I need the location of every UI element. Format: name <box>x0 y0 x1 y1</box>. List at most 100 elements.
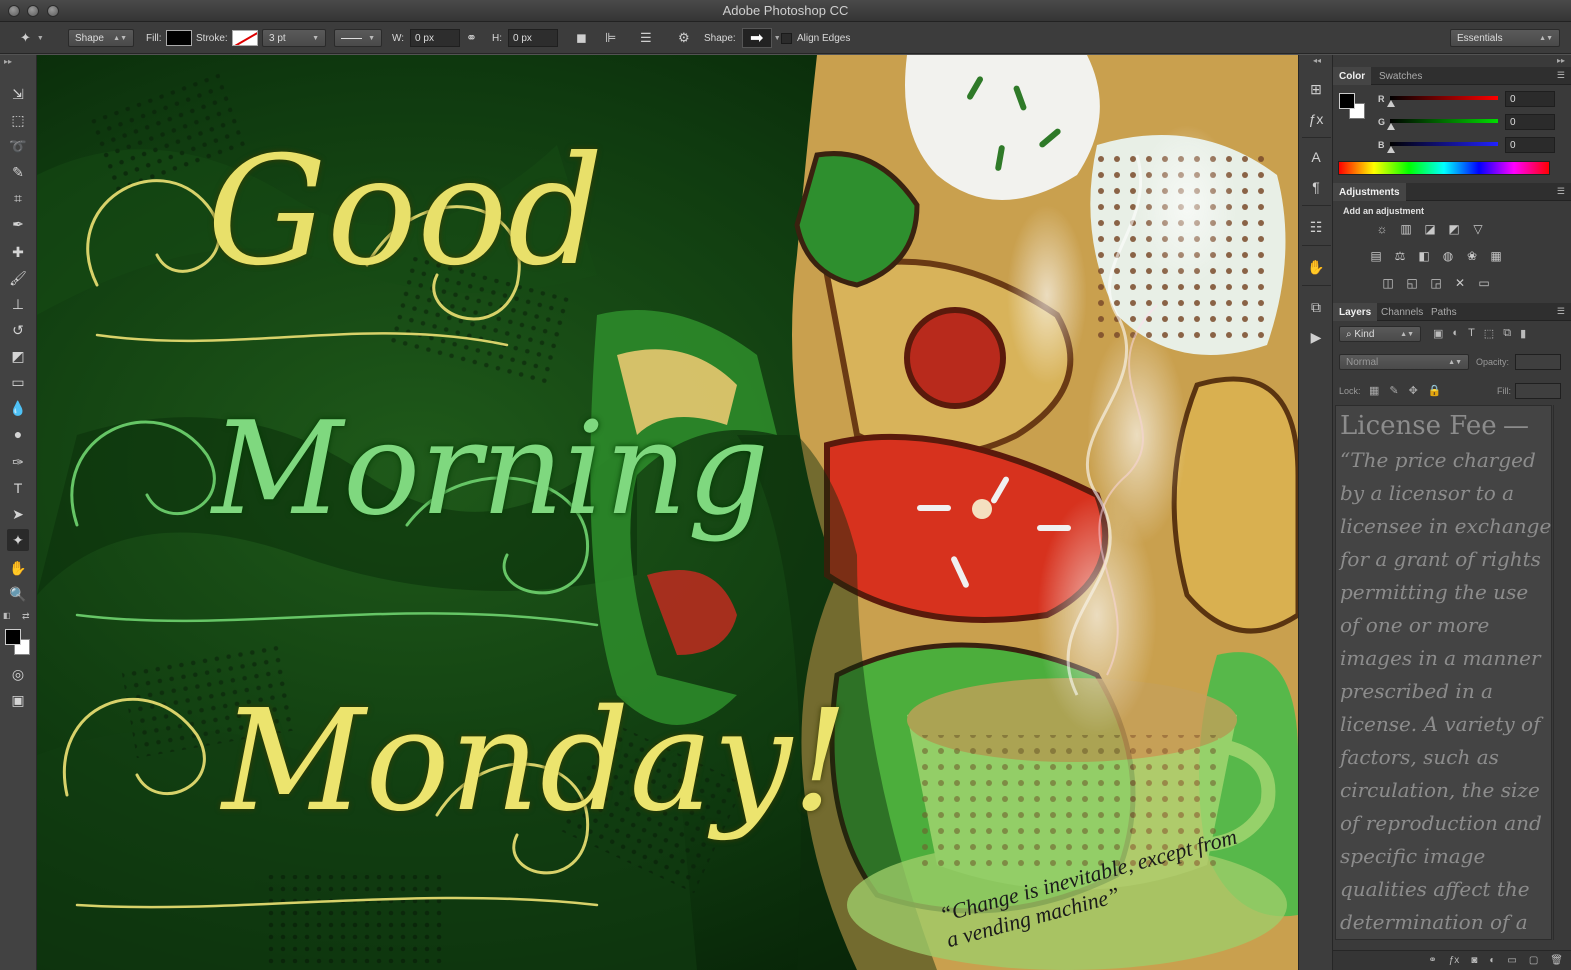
red-slider[interactable]: R 0 <box>1333 91 1571 111</box>
path-operations-icon[interactable]: ◼ <box>576 30 587 46</box>
channel-mixer-icon[interactable]: ❀ <box>1463 248 1481 264</box>
fill-swatch[interactable] <box>165 30 192 46</box>
new-layer-icon[interactable]: ▢ <box>1529 955 1538 966</box>
stroke-swatch[interactable] <box>231 30 258 46</box>
new-adjustment-layer-icon[interactable]: ◐ <box>1489 955 1495 966</box>
blur-tool-icon[interactable]: 💧 <box>7 397 29 419</box>
lock-all-icon[interactable]: 🔒 <box>1428 384 1442 397</box>
brightness-contrast-icon[interactable]: ☼ <box>1373 221 1391 237</box>
quick-mask-icon[interactable]: ◎ <box>7 663 29 685</box>
gear-icon[interactable]: ⚙ <box>678 30 690 46</box>
path-alignment-icon[interactable]: ⊫ <box>605 30 616 46</box>
new-group-icon[interactable]: ▭ <box>1507 955 1516 966</box>
clone-stamp-tool-icon[interactable]: ⊥ <box>7 293 29 315</box>
eraser-tool-icon[interactable]: ◩ <box>7 345 29 367</box>
fill-field[interactable] <box>1515 383 1561 399</box>
panel-menu-icon[interactable]: ☰ <box>1557 186 1565 197</box>
vibrance-icon[interactable]: ▽ <box>1469 221 1487 237</box>
color-foreground-swatch[interactable] <box>1339 93 1355 109</box>
blend-mode-dropdown[interactable]: Normal ▲▼ <box>1339 354 1469 370</box>
posterize-icon[interactable]: ◱ <box>1403 275 1421 291</box>
collapse-strip-icon[interactable]: ◂◂ <box>1313 56 1321 65</box>
filter-adjustment-icon[interactable]: ◐ <box>1452 327 1459 340</box>
properties-panel-icon[interactable]: ☷ <box>1306 217 1326 237</box>
selective-color-icon[interactable]: ✕ <box>1451 275 1469 291</box>
play-icon[interactable]: ▶ <box>1306 327 1326 347</box>
layer-filter-kind-dropdown[interactable]: ⌕ Kind ▲▼ <box>1339 326 1421 342</box>
layer-style-icon[interactable]: ƒx <box>1449 955 1460 966</box>
tab-paths[interactable]: Paths <box>1425 303 1463 321</box>
red-value-field[interactable]: 0 <box>1505 91 1555 107</box>
type-tool-icon[interactable]: T <box>7 477 29 499</box>
tab-adjustments[interactable]: Adjustments <box>1333 183 1406 201</box>
history-brush-tool-icon[interactable]: ↺ <box>7 319 29 341</box>
path-arrangement-icon[interactable]: ☰ <box>640 30 652 46</box>
actions-panel-icon[interactable]: ⧉ <box>1306 297 1326 317</box>
filter-type-icon[interactable]: T <box>1468 327 1475 340</box>
tab-layers[interactable]: Layers <box>1333 303 1378 321</box>
layers-scrollbar[interactable] <box>1553 405 1565 940</box>
curves-icon[interactable]: ◪ <box>1421 221 1439 237</box>
panel-menu-icon[interactable]: ☰ <box>1557 306 1565 317</box>
blue-slider[interactable]: B 0 <box>1333 137 1571 157</box>
invert-icon[interactable]: ◫ <box>1379 275 1397 291</box>
gradient-tool-icon[interactable]: ▭ <box>7 371 29 393</box>
lock-image-icon[interactable]: ✎ <box>1389 384 1398 397</box>
color-balance-icon[interactable]: ⚖ <box>1391 248 1409 264</box>
lock-transparent-icon[interactable]: ▦ <box>1369 384 1379 397</box>
link-layers-icon[interactable]: ⚭ <box>1428 955 1436 966</box>
history-panel-icon[interactable]: ⊞ <box>1306 79 1326 99</box>
pen-tool-icon[interactable]: ✑ <box>7 451 29 473</box>
black-white-icon[interactable]: ◧ <box>1415 248 1433 264</box>
path-selection-tool-icon[interactable]: ➤ <box>7 503 29 525</box>
link-icon[interactable]: ⚭ <box>466 30 477 46</box>
add-mask-icon[interactable]: ◙ <box>1471 955 1477 966</box>
shape-picker-arrow-icon[interactable]: ➡ <box>741 28 772 48</box>
custom-shape-tool-icon[interactable]: ✦ <box>7 529 29 551</box>
marquee-tool-icon[interactable]: ⬚ <box>7 109 29 131</box>
height-field[interactable]: 0 px <box>508 29 558 47</box>
filter-shape-icon[interactable]: ⬚ <box>1484 327 1494 340</box>
green-slider[interactable]: G 0 <box>1333 114 1571 134</box>
tab-color[interactable]: Color <box>1333 67 1372 85</box>
threshold-icon[interactable]: ◲ <box>1427 275 1445 291</box>
filter-pixel-icon[interactable]: ▣ <box>1433 327 1443 340</box>
panel-menu-icon[interactable]: ☰ <box>1557 70 1565 81</box>
width-field[interactable]: 0 px <box>410 29 461 47</box>
filter-toggle-icon[interactable]: ▮ <box>1520 327 1526 340</box>
lock-position-icon[interactable]: ✥ <box>1409 384 1418 397</box>
lasso-tool-icon[interactable]: ➰ <box>7 135 29 157</box>
color-spectrum-ramp[interactable] <box>1338 161 1550 175</box>
crop-tool-icon[interactable]: ⌗ <box>7 187 29 209</box>
quick-selection-tool-icon[interactable]: ✎ <box>7 161 29 183</box>
brush-tool-icon[interactable]: 🖌 <box>7 267 29 289</box>
color-lookup-icon[interactable]: ▦ <box>1487 248 1505 264</box>
workspace-dropdown[interactable]: Essentials ▲▼ <box>1450 29 1560 47</box>
character-panel-icon[interactable]: A <box>1306 147 1326 167</box>
swap-colors-icon[interactable]: ⇄ <box>22 611 30 622</box>
healing-brush-tool-icon[interactable]: ✚ <box>7 241 29 263</box>
gradient-map-icon[interactable]: ▭ <box>1475 275 1493 291</box>
collapse-panels-icon[interactable]: ▸▸ <box>1557 56 1565 65</box>
blue-value-field[interactable]: 0 <box>1505 137 1555 153</box>
brush-presets-panel-icon[interactable]: ✋ <box>1306 257 1326 277</box>
hand-tool-icon[interactable]: ✋ <box>7 557 29 579</box>
collapse-toolbox-icon[interactable]: ▸▸ <box>4 57 12 66</box>
move-tool-icon[interactable]: ⇲ <box>7 83 29 105</box>
opacity-field[interactable] <box>1515 354 1561 370</box>
exposure-icon[interactable]: ◩ <box>1445 221 1463 237</box>
hue-saturation-icon[interactable]: ▤ <box>1367 248 1385 264</box>
default-colors-icon[interactable]: ◧ <box>3 611 11 620</box>
tool-mode-dropdown[interactable]: Shape ▲▼ <box>68 29 134 47</box>
paragraph-panel-icon[interactable]: ¶ <box>1306 177 1326 197</box>
tab-swatches[interactable]: Swatches <box>1373 67 1428 85</box>
dodge-tool-icon[interactable]: ● <box>7 423 29 445</box>
tab-channels[interactable]: Channels <box>1375 303 1429 321</box>
align-edges-checkbox[interactable] <box>781 32 792 44</box>
eyedropper-tool-icon[interactable]: ✒ <box>7 213 29 235</box>
zoom-tool-icon[interactable]: 🔍 <box>7 583 29 605</box>
layers-list[interactable]: License Fee — “The price charged by a li… <box>1335 405 1552 940</box>
filter-smart-object-icon[interactable]: ⧉ <box>1503 327 1511 340</box>
styles-panel-icon[interactable]: ƒx <box>1306 109 1326 129</box>
green-value-field[interactable]: 0 <box>1505 114 1555 130</box>
